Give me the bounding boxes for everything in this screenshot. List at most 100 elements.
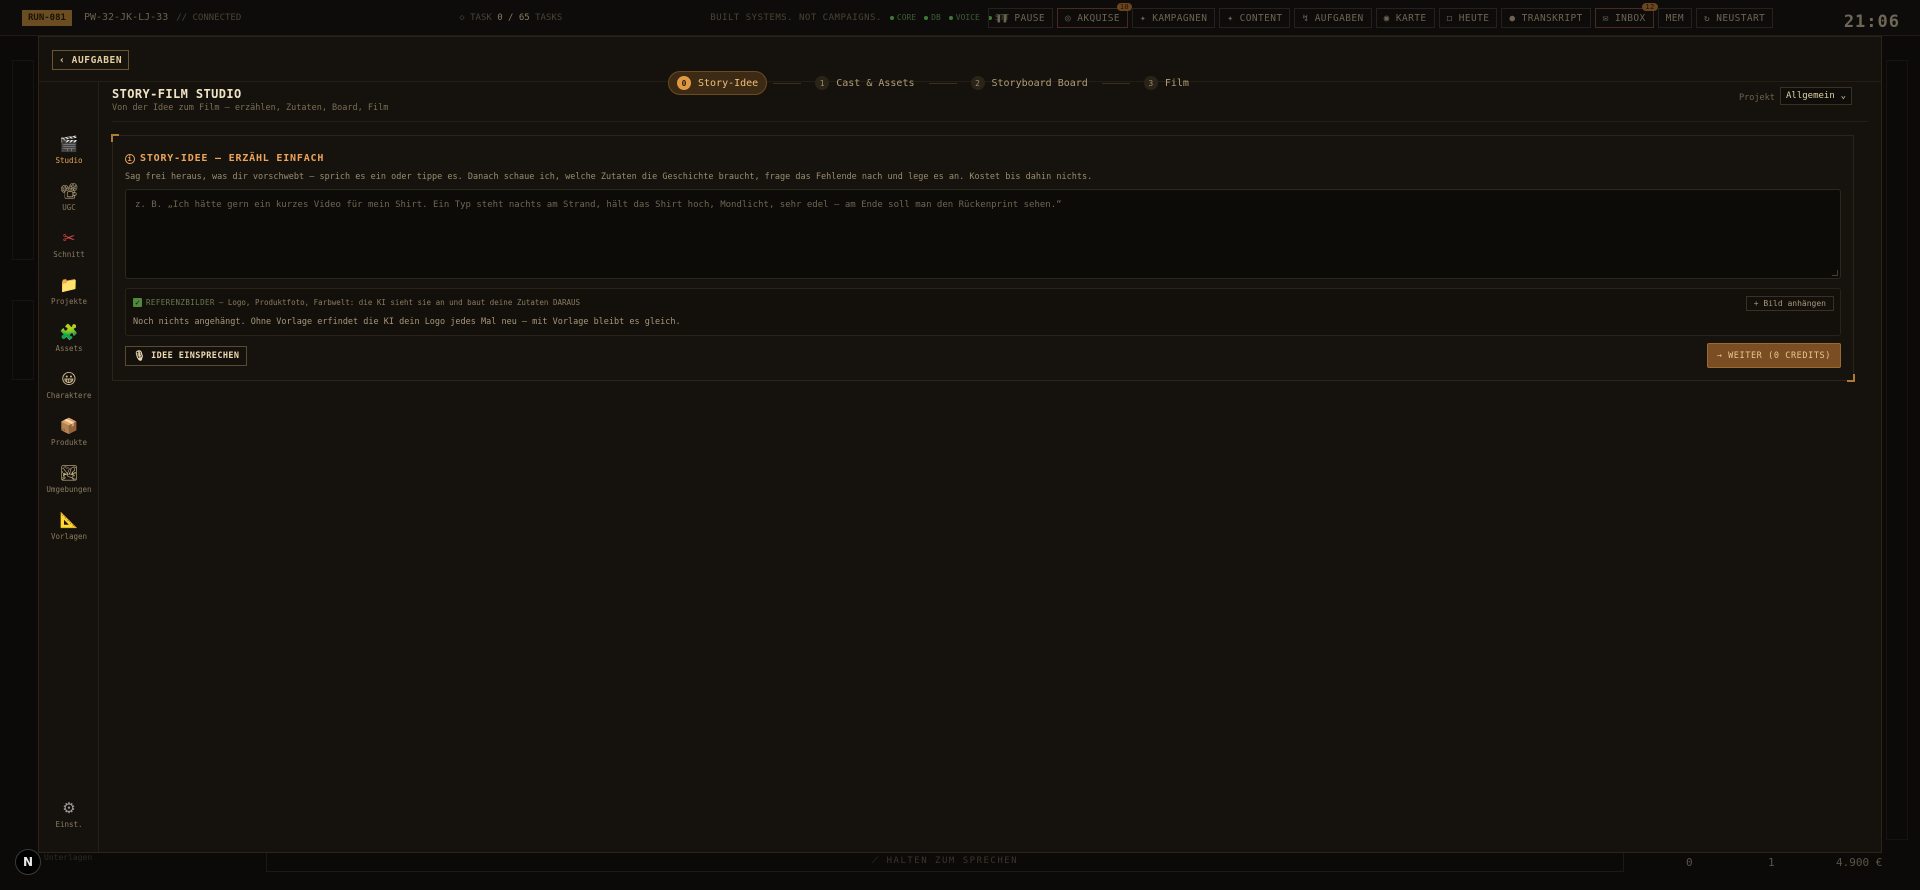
nav-content[interactable]: ✦ CONTENT [1219, 8, 1291, 28]
idea-textarea[interactable]: z. B. „Ich hätte gern ein kurzes Video f… [125, 189, 1841, 279]
nav-mem[interactable]: MEM [1657, 8, 1692, 28]
step-label: Film [1164, 77, 1189, 89]
reference-images-header: ✓ REFERENZBILDER – Logo, Produktfoto, Fa… [133, 298, 581, 307]
card-corner-accent [111, 134, 119, 142]
info-icon: i [125, 153, 135, 164]
sidebar-item-produkte[interactable]: 📦 Produkte [39, 410, 99, 454]
background-panel-right [1886, 60, 1908, 840]
sidebar-label: Projekte [50, 296, 88, 306]
background-panel-left-2 [12, 300, 34, 380]
stat-3: 4.900 € [1836, 856, 1883, 869]
sidebar-label: Studio [55, 155, 83, 165]
nav-pause[interactable]: ❚❚ PAUSE [988, 8, 1053, 28]
image-icon: ✓ [133, 298, 142, 307]
card-title: i STORY-IDEE — ERZÄHL EINFACH [125, 153, 324, 164]
sidebar-label: Vorlagen [50, 531, 88, 541]
step-label: Story-Idee [698, 77, 759, 89]
story-film-modal: ‹ AUFGABEN 🎬 Studio 📽 UGC ✂ Schnitt 📁 Pr… [38, 36, 1882, 853]
inbox-count-badge: 12 [1642, 3, 1658, 11]
nav-inbox[interactable]: ✉ INBOX 12 [1594, 3, 1658, 28]
nav-aufgaben[interactable]: ↯ AUFGABEN [1294, 8, 1372, 28]
step-connector [928, 82, 957, 84]
step-connector [773, 82, 802, 84]
step-label: Cast & Assets [836, 77, 915, 89]
sidebar-item-assets[interactable]: 🧩 Assets [39, 316, 99, 360]
header-divider [112, 121, 1868, 122]
step-storyboard[interactable]: 2 Storyboard Board [963, 71, 1096, 95]
stat-1: 0 [1686, 856, 1693, 869]
microphone-icon: 🎙 [133, 350, 147, 362]
sidebar-label: Umgebungen [46, 484, 92, 494]
sidebar-item-einstellungen[interactable]: ⚙ Einst. [39, 792, 99, 836]
back-to-aufgaben-button[interactable]: ‹ AUFGABEN [52, 50, 130, 70]
indicator-db: DB [924, 13, 941, 22]
resize-handle[interactable] [1832, 270, 1838, 276]
connection-status: // CONNECTED [176, 12, 242, 23]
step-number: 0 [677, 76, 691, 90]
run-badge: RUN-081 [22, 9, 72, 26]
folder-icon: 📁 [59, 275, 79, 294]
package-icon: 📦 [59, 416, 79, 435]
sidebar-label: Schnitt [53, 249, 85, 259]
next-button[interactable]: → WEITER (0 CREDITS) [1706, 343, 1841, 368]
triangle-ruler-icon: 📐 [59, 510, 79, 529]
gear-icon: ⚙ [62, 798, 76, 817]
background-panel-left [12, 60, 34, 260]
step-number: 1 [815, 76, 830, 90]
sidebar-label: Charaktere [46, 390, 92, 400]
nav-heute[interactable]: ◻ HEUTE [1438, 8, 1498, 28]
stat-2: 1 [1768, 856, 1775, 869]
landscape-icon: 🏞 [59, 463, 79, 482]
step-number: 2 [970, 76, 985, 90]
tagline: BUILT SYSTEMS. NOT CAMPAIGNS. [710, 12, 882, 23]
indicator-core: CORE [890, 13, 916, 22]
attach-image-button[interactable]: + Bild anhängen [1745, 296, 1834, 311]
sidebar-label: UGC [62, 202, 76, 212]
sidebar-item-umgebungen[interactable]: 🏞 Umgebungen [39, 457, 99, 501]
sidebar-label: Produkte [50, 437, 88, 447]
chevron-down-icon: ⌄ [1840, 91, 1846, 101]
puzzle-icon: 🧩 [59, 322, 79, 341]
hold-to-speak-bar[interactable]: ⟋ HALTEN ZUM SPRECHEN [266, 850, 1624, 872]
step-connector [1101, 82, 1130, 84]
card-description: Sag frei heraus, was dir vorschwebt – sp… [125, 172, 1093, 182]
sidebar-item-studio[interactable]: 🎬 Studio [39, 128, 99, 172]
background-nav: ❚❚ PAUSE ◎ AKQUISE 10 ✦ KAMPAGNEN ✦ CONTE… [988, 0, 1774, 36]
scissors-icon: ✂ [62, 228, 76, 247]
task-counter: ◇ TASK 0 / 65 TASKS [459, 12, 563, 23]
step-cast-assets[interactable]: 1 Cast & Assets [807, 71, 922, 95]
film-projector-icon: 📽 [59, 181, 79, 200]
page-subtitle: Von der Idee zum Film – erzählen, Zutate… [112, 103, 389, 113]
nav-transkript[interactable]: ● TRANSKRIPT [1501, 8, 1591, 28]
reference-images-panel: ✓ REFERENZBILDER – Logo, Produktfoto, Fa… [125, 288, 1841, 336]
indicator-voice: VOICE [949, 13, 980, 22]
sidebar-label: Einst. [55, 819, 83, 829]
nav-kampagnen[interactable]: ✦ KAMPAGNEN [1132, 8, 1216, 28]
idea-placeholder: z. B. „Ich hätte gern ein kurzes Video f… [135, 200, 1062, 210]
sidebar-item-schnitt[interactable]: ✂ Schnitt [39, 222, 99, 266]
clock: 21:06 [1843, 12, 1900, 32]
sidebar-item-vorlagen[interactable]: 📐 Vorlagen [39, 504, 99, 548]
step-story-idee[interactable]: 0 Story-Idee [668, 71, 768, 95]
project-select[interactable]: Allgemein ⌄ [1780, 87, 1852, 105]
nav-neustart[interactable]: ↻ NEUSTART [1695, 8, 1774, 28]
clapperboard-icon: 🎬 [59, 134, 79, 153]
project-select-value: Allgemein [1786, 91, 1835, 101]
card-corner-accent [1847, 374, 1855, 382]
step-film[interactable]: 3 Film [1136, 71, 1197, 95]
sidebar-item-ugc[interactable]: 📽 UGC [39, 175, 99, 219]
reference-images-note: Noch nichts angehängt. Ohne Vorlage erfi… [133, 317, 681, 327]
project-label: Projekt [1739, 93, 1775, 103]
studio-sidebar: 🎬 Studio 📽 UGC ✂ Schnitt 📁 Projekte 🧩 As… [39, 82, 99, 852]
sidebar-item-projekte[interactable]: 📁 Projekte [39, 269, 99, 313]
workflow-stepper: 0 Story-Idee 1 Cast & Assets 2 Storyboar… [668, 71, 1197, 95]
step-label: Storyboard Board [991, 77, 1088, 89]
akquise-count-badge: 10 [1116, 3, 1133, 11]
run-id: PW-32-JK-LJ-33 [83, 12, 169, 23]
background-label: Unterlagen [44, 853, 93, 862]
speak-idea-button[interactable]: 🎙 IDEE EINSPRECHEN [125, 346, 248, 366]
nav-karte[interactable]: ◉ KARTE [1375, 8, 1435, 28]
nav-akquise[interactable]: ◎ AKQUISE 10 [1056, 3, 1133, 28]
sidebar-item-charaktere[interactable]: 😀 Charaktere [39, 363, 99, 407]
step-number: 3 [1143, 76, 1158, 90]
